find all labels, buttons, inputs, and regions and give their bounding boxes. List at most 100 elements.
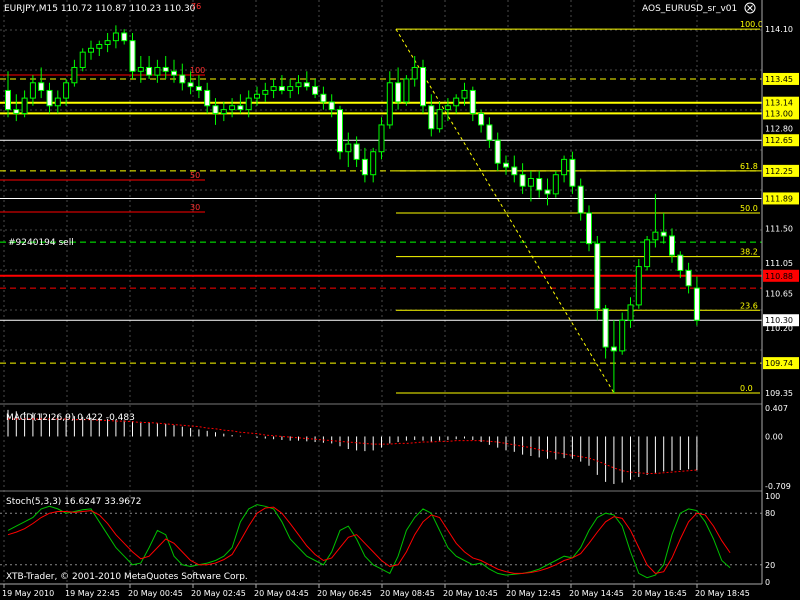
time-tick: 19 May 2010 bbox=[2, 589, 54, 598]
time-tick: 20 May 06:45 bbox=[317, 589, 372, 598]
candle-body bbox=[146, 66, 153, 76]
time-tick: 19 May 22:45 bbox=[65, 589, 120, 598]
candle-body bbox=[204, 89, 211, 107]
candle-body bbox=[453, 97, 460, 107]
candle-body bbox=[79, 51, 86, 68]
fib-level-label: 38.2 bbox=[740, 248, 758, 257]
candle-body bbox=[195, 86, 202, 91]
price-tag: 112.65 bbox=[765, 136, 793, 145]
candle-body bbox=[436, 109, 443, 130]
time-tick: 20 May 04:45 bbox=[254, 589, 309, 598]
candle-body bbox=[29, 82, 36, 99]
candle-body bbox=[278, 86, 285, 91]
candle-body bbox=[312, 86, 319, 95]
candle-body bbox=[212, 105, 219, 114]
price-tag: 112.25 bbox=[765, 167, 793, 176]
time-tick: 20 May 12:45 bbox=[506, 589, 561, 598]
stoch-label: Stoch(5,3,3) 16.6247 33.9672 bbox=[6, 497, 141, 507]
candle-body bbox=[635, 266, 642, 306]
time-tick: 20 May 14:45 bbox=[569, 589, 624, 598]
candle-body bbox=[586, 212, 592, 245]
candle-body bbox=[644, 239, 651, 268]
candle-body bbox=[403, 78, 410, 103]
candle-body bbox=[536, 178, 543, 191]
candle-body bbox=[544, 189, 551, 195]
price-tick: 110.20 bbox=[765, 324, 793, 333]
candle-body bbox=[154, 66, 161, 76]
time-tick: 20 May 16:45 bbox=[632, 589, 687, 598]
macd-label: MACD(12,26,9) 0.422 -0.483 bbox=[6, 413, 135, 423]
candle-body bbox=[444, 105, 451, 111]
candle-body bbox=[577, 185, 584, 214]
fib-level-label: 0.0 bbox=[740, 384, 753, 393]
price-tag: 111.89 bbox=[765, 194, 793, 203]
red-level-label: 100 bbox=[190, 66, 205, 75]
price-tag: 109.74 bbox=[765, 359, 793, 368]
candle-body bbox=[96, 43, 103, 49]
candle-body bbox=[295, 82, 302, 88]
candle-body bbox=[245, 97, 252, 111]
fib-level-label: 61.8 bbox=[740, 162, 758, 171]
candle-body bbox=[660, 231, 667, 237]
time-tick: 20 May 08:45 bbox=[380, 589, 435, 598]
price-tick: 111.50 bbox=[765, 224, 793, 233]
candle-body bbox=[693, 287, 700, 321]
candle-body bbox=[627, 304, 634, 321]
candle-body bbox=[229, 105, 236, 111]
fib-level-label: 23.6 bbox=[740, 301, 758, 310]
candle-body bbox=[104, 40, 111, 45]
candle-body bbox=[461, 89, 468, 99]
candle-body bbox=[63, 82, 70, 99]
candle-body bbox=[328, 101, 335, 111]
candle-body bbox=[395, 82, 402, 103]
price-tick: 109.35 bbox=[765, 389, 793, 398]
price-tick: 111.05 bbox=[765, 259, 793, 268]
stoch-tick: 80 bbox=[765, 509, 775, 518]
candle-body bbox=[121, 32, 128, 42]
candle-body bbox=[552, 174, 559, 195]
price-tick: 114.10 bbox=[765, 25, 793, 34]
candle-body bbox=[610, 346, 617, 352]
red-level-label-top: 76 bbox=[191, 2, 201, 11]
price-tag: 113.14 bbox=[765, 99, 793, 108]
candle-body bbox=[370, 151, 377, 176]
macd-tick: -0.709 bbox=[765, 482, 791, 491]
stoch-tick: 0 bbox=[765, 578, 770, 587]
candle-body bbox=[320, 93, 327, 103]
fib-level-label: 50.0 bbox=[740, 204, 758, 213]
candle-body bbox=[677, 254, 684, 271]
candle-body bbox=[345, 143, 352, 153]
candle-body bbox=[353, 143, 360, 160]
order-label: #9240194 sell bbox=[8, 238, 74, 248]
candle-body bbox=[386, 82, 393, 126]
candle-body bbox=[303, 82, 310, 88]
price-tag: 113.45 bbox=[765, 75, 793, 84]
stoch-tick: 20 bbox=[765, 561, 775, 570]
price-tag: 113.00 bbox=[765, 109, 793, 118]
trading-chart[interactable]: 100 50 30 100.0 61.8 50.0 38.2 23.6 0.0 0.407 0.0… bbox=[0, 0, 800, 600]
indicator-name: AOS_EURUSD_sr_v01 bbox=[642, 4, 737, 14]
fib-level-label: 100.0 bbox=[740, 20, 763, 29]
copyright-text: XTB-Trader, © 2001-2010 MetaQuotes Softw… bbox=[6, 572, 248, 582]
candle-body bbox=[602, 308, 609, 348]
price-tag: 110.88 bbox=[765, 272, 793, 281]
candle-body bbox=[187, 82, 194, 88]
red-level-label: 50 bbox=[190, 171, 200, 180]
candle-body bbox=[220, 109, 227, 114]
candle-body bbox=[361, 158, 368, 176]
price-tick: 112.80 bbox=[765, 125, 793, 134]
candle-body bbox=[411, 66, 418, 80]
candle-body bbox=[13, 109, 20, 114]
candle-body bbox=[54, 97, 61, 107]
macd-tick: 0.407 bbox=[765, 404, 788, 413]
candle-body bbox=[669, 235, 675, 256]
candle-body bbox=[21, 97, 28, 114]
candle-body bbox=[112, 32, 119, 42]
candle-body bbox=[137, 66, 144, 72]
macd-tick: 0.00 bbox=[765, 432, 783, 441]
candle-body bbox=[594, 243, 601, 310]
candle-body bbox=[129, 40, 136, 72]
candle-body bbox=[511, 166, 518, 176]
candle-body bbox=[428, 105, 435, 130]
candle-body bbox=[46, 89, 53, 107]
